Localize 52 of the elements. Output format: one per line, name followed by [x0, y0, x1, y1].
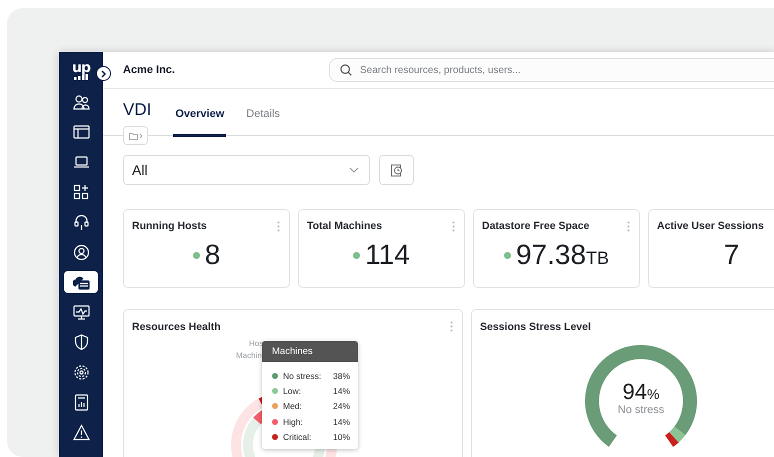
stat-value: 8 — [204, 239, 220, 271]
search-icon — [340, 64, 352, 76]
stat-value: 97.38TB — [516, 239, 610, 271]
chevron-down-icon — [349, 167, 359, 173]
filter-dropdown[interactable]: All — [123, 155, 370, 185]
legend-label: No stress: — [283, 370, 322, 381]
chevron-right-icon — [100, 70, 107, 78]
logo: up — [72, 63, 90, 74]
shield-icon — [72, 334, 90, 350]
card-title: Total Machines — [307, 220, 382, 232]
legend-value: 14% — [332, 386, 350, 396]
users-icon — [72, 94, 90, 110]
card-title: Active User Sessions — [657, 220, 764, 232]
fingerprint-icon — [72, 364, 90, 380]
report-icon — [72, 394, 90, 410]
stat-value: 7 — [724, 239, 740, 271]
sidebar-item[interactable] — [64, 271, 98, 293]
card-title: Resources Health — [132, 321, 221, 333]
company-name: Acme Inc. — [123, 64, 176, 76]
apps-add-icon — [72, 184, 90, 200]
user-circle-icon — [72, 244, 90, 260]
stat-value: 114 — [365, 239, 410, 271]
folder-chevron-icon — [128, 132, 142, 140]
legend-value: 14% — [332, 416, 350, 427]
tooltip-title: Machines — [262, 341, 358, 362]
collapse-toggle[interactable] — [96, 66, 111, 81]
layout-icon — [72, 124, 90, 140]
legend-label: High: — [283, 416, 304, 427]
legend-value: 24% — [332, 401, 350, 412]
laptop-icon — [72, 154, 90, 170]
warning-icon — [72, 424, 90, 440]
card-title: Sessions Stress Level — [480, 321, 591, 333]
legend-label: Low: — [283, 386, 302, 396]
page-title: VDI — [123, 100, 152, 120]
history-button[interactable] — [379, 155, 414, 185]
legend-value: 10% — [332, 432, 350, 442]
monitor-pulse-icon — [72, 304, 90, 320]
chart-label: Machin — [236, 351, 262, 360]
headset-icon — [72, 214, 90, 230]
search-field[interactable]: Search resources, products, users... — [329, 58, 774, 82]
legend-label: Critical: — [283, 432, 312, 442]
legend-value: 38% — [332, 370, 350, 381]
signal-bars-icon — [74, 74, 88, 80]
cloud-window-icon — [72, 274, 90, 290]
legend-label: Med: — [283, 401, 303, 412]
clock-document-icon — [390, 164, 402, 176]
tab[interactable]: Details — [244, 108, 282, 136]
gauge-value: 94% — [622, 379, 660, 405]
tab[interactable]: Overview — [173, 108, 226, 136]
card-title: Running Hosts — [132, 220, 207, 232]
card-title: Datastore Free Space — [482, 220, 590, 232]
gauge-caption: No stress — [618, 404, 664, 416]
